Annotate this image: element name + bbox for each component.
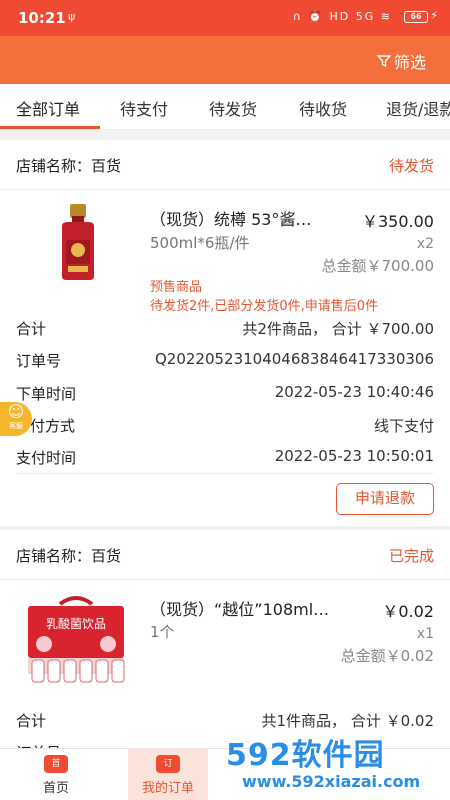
payment-method-label: 付方式: [30, 417, 76, 435]
nav-my-orders[interactable]: 订 我的订单: [133, 755, 203, 796]
filter-label: 筛选: [393, 53, 426, 72]
home-icon: 首: [44, 755, 68, 773]
payment-method: 线下支付: [373, 417, 434, 435]
product-price: ￥0.02: [382, 602, 434, 621]
customer-service-label: 客服: [9, 422, 23, 430]
bottom-nav: 首 首页 订 我的订单: [0, 748, 450, 800]
shop-name: 店铺名称：百货: [16, 547, 122, 565]
product-image[interactable]: [48, 202, 108, 282]
nav-home-label: 首页: [42, 781, 69, 796]
payment-time-label: 支付时间: [16, 449, 77, 467]
summary-value: 共2件商品， 合计 ￥700.00: [242, 320, 434, 338]
tab-pending-receipt[interactable]: 待收货: [299, 96, 347, 120]
status-icons: ∩ ⏰ HD 5G ≋: [292, 10, 392, 23]
product-price: ￥350.00: [362, 212, 434, 231]
payment-method-row: 付方式 线下支付: [0, 409, 450, 441]
order-card[interactable]: 店铺名称：百货 已完成 乳酸菌饮品 （现货）“越位”108ml… ￥0.02 1…: [0, 530, 450, 762]
tab-pending-shipment[interactable]: 待发货: [209, 96, 257, 120]
svg-text:乳酸菌饮品: 乳酸菌饮品: [46, 616, 106, 631]
filter-button[interactable]: 筛选: [376, 49, 426, 73]
order-number: Q20220523104046838464173303​06: [154, 350, 434, 368]
orders-icon: 订: [156, 755, 180, 773]
tab-pending-payment[interactable]: 待支付: [120, 96, 168, 120]
shop-name: 店铺名称：百货: [16, 157, 122, 175]
order-status: 已完成: [388, 547, 434, 565]
order-card[interactable]: 店铺名称：百货 待发货 （现货）统樽 53°酱… ￥350.00 500ml*6…: [0, 140, 450, 526]
payment-time: 2022-05-23 10:50:01: [274, 447, 434, 465]
notification-icon: ψ: [68, 10, 76, 23]
charging-icon: ⚡: [430, 9, 438, 22]
tab-all-orders[interactable]: 全部订单: [16, 96, 80, 120]
nav-orders-label: 我的订单: [141, 781, 194, 796]
order-tabs: 全部订单 待支付 待发货 待收货 退货/退款: [0, 84, 450, 130]
summary-row: 合计 共1件商品， 合计 ￥0.02: [0, 704, 450, 736]
active-tab-indicator: [0, 126, 100, 129]
order-status: 待发货: [388, 157, 434, 175]
status-time: 10:21: [18, 9, 66, 27]
filter-icon: [376, 55, 392, 68]
presale-tag: 预售商品: [150, 280, 203, 295]
summary-label: 合计: [16, 320, 47, 338]
product-spec: 1个: [150, 623, 175, 641]
divider: [16, 473, 434, 474]
apply-refund-button[interactable]: 申请退款: [336, 483, 434, 515]
battery-icon: 66: [404, 11, 428, 23]
nav-home[interactable]: 首 首页: [21, 755, 91, 796]
order-time-row: 下单时间 2022-05-23 10:40:46: [0, 377, 450, 409]
summary-label: 合计: [16, 712, 47, 730]
product-quantity: x1: [416, 626, 434, 642]
shop-row: 店铺名称：百货 待发货: [0, 140, 450, 190]
product-title: （现货）统樽 53°酱…: [150, 210, 312, 229]
product-image[interactable]: 乳酸菌饮品: [22, 594, 130, 686]
product-quantity: x2: [416, 236, 434, 252]
order-number-label: 订单号: [16, 352, 62, 370]
payment-time-row: 支付时间 2022-05-23 10:50:01: [0, 441, 450, 473]
summary-value: 共1件商品， 合计 ￥0.02: [261, 712, 434, 730]
product-total: 总金额￥0.02: [340, 647, 434, 665]
product-total: 总金额￥700.00: [321, 257, 435, 275]
product-spec: 500ml*6瓶/件: [150, 234, 250, 252]
summary-row: 合计 共2件商品， 合计 ￥700.00: [0, 312, 450, 344]
tab-refund[interactable]: 退货/退款: [386, 96, 450, 120]
order-time-label: 下单时间: [16, 385, 77, 403]
product-title: （现货）“越位”108ml…: [150, 600, 330, 619]
header-bar: 筛选: [0, 36, 450, 84]
order-time: 2022-05-23 10:40:46: [274, 383, 434, 401]
status-bar: 10:21 ψ ∩ ⏰ HD 5G ≋ 66 ⚡: [0, 0, 450, 36]
order-number-row: 订单号 Q20220523104046838464173303​06: [0, 344, 450, 376]
smile-icon: ☺: [7, 402, 25, 421]
shop-row: 店铺名称：百货 已完成: [0, 530, 450, 580]
